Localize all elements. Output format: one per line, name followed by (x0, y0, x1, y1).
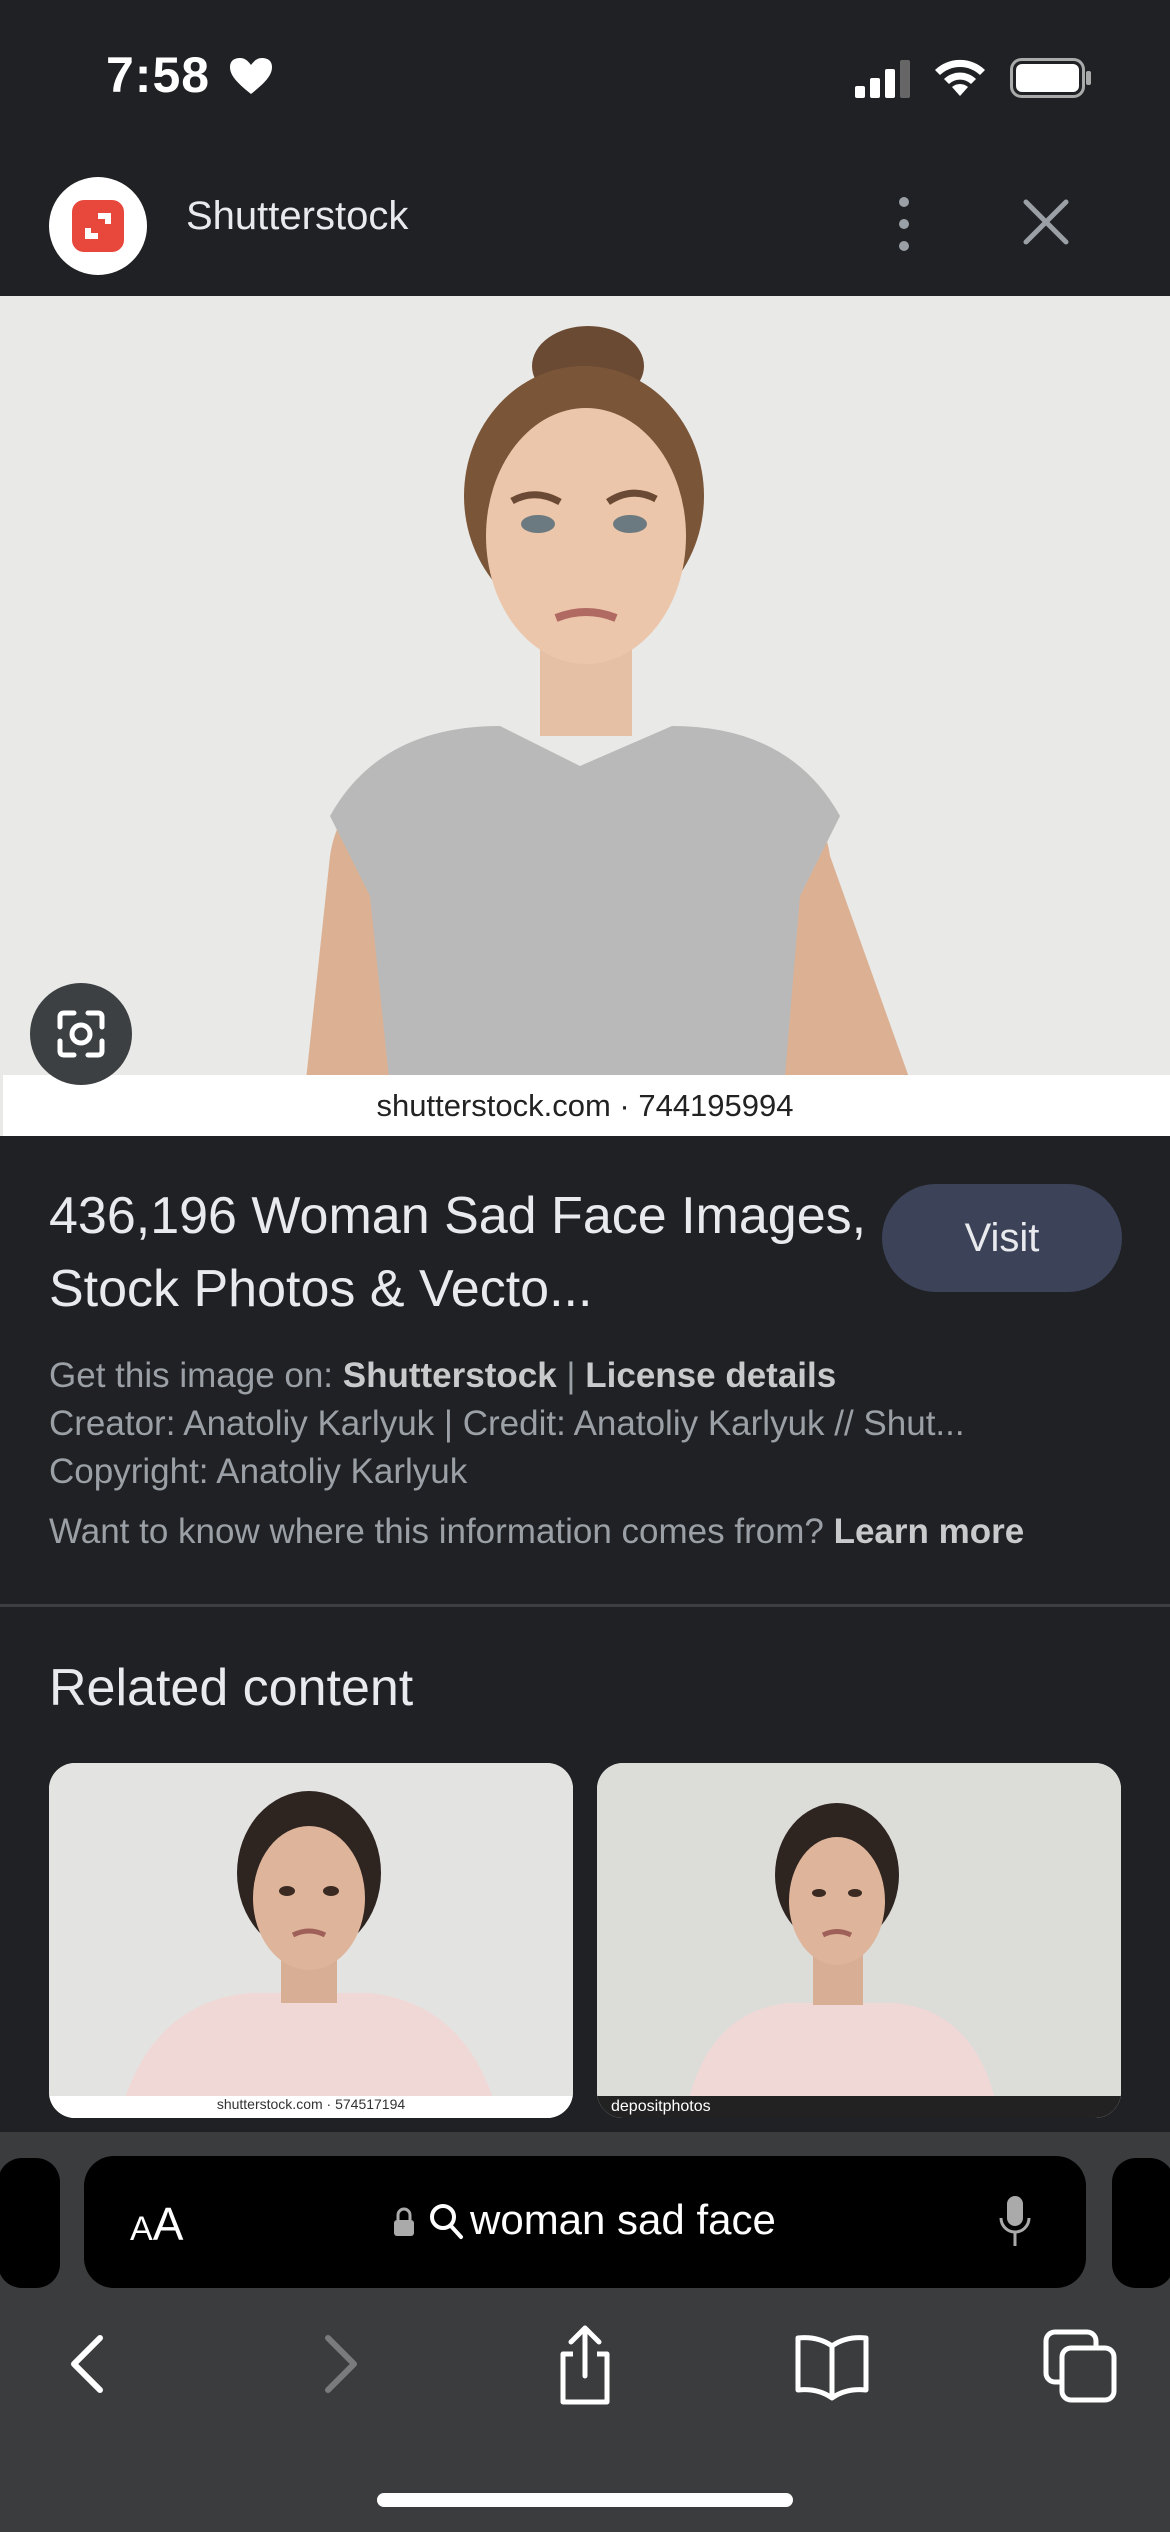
text-size-button[interactable]: AA (130, 2197, 183, 2251)
creator-line: Creator: Anatoliy Karlyuk | Credit: Anat… (49, 1404, 965, 1443)
lock-icon (394, 2207, 414, 2236)
cellular-signal-icon (855, 60, 910, 98)
get-image-label: Get this image on: (49, 1356, 343, 1395)
related-item[interactable]: depositphotos (597, 1763, 1121, 2118)
heart-icon (230, 58, 272, 94)
related-image-1 (49, 1763, 573, 2118)
lens-search-button[interactable] (30, 983, 132, 1085)
info-source-line: Want to know where this information come… (49, 1512, 1024, 1552)
related-watermark: depositphotos (611, 2098, 711, 2115)
back-icon[interactable] (48, 2320, 128, 2408)
next-tab-preview[interactable] (1112, 2158, 1170, 2288)
related-content-heading: Related content (49, 1659, 414, 1717)
wifi-icon (935, 59, 985, 96)
license-details-link[interactable]: License details (585, 1356, 836, 1395)
divider (0, 1604, 1170, 1607)
more-options-icon[interactable] (880, 190, 928, 258)
url-text[interactable]: woman sad face (470, 2196, 776, 2244)
clock: 7:58 (106, 47, 211, 103)
shutterstock-logo-icon (49, 177, 147, 275)
home-indicator[interactable] (377, 2493, 793, 2507)
search-icon (430, 2204, 463, 2239)
text-size-large-a: A (152, 2198, 184, 2250)
separator: | (556, 1356, 586, 1395)
visit-button[interactable]: Visit (882, 1184, 1122, 1292)
text-size-small-a: A (130, 2210, 153, 2248)
related-image-2 (597, 1763, 1121, 2118)
share-icon[interactable] (545, 2320, 625, 2408)
source-link[interactable]: Shutterstock (343, 1356, 557, 1395)
battery-icon (1010, 58, 1091, 98)
bookmarks-icon[interactable] (792, 2320, 872, 2408)
status-bar: 7:58 (0, 0, 1170, 150)
source-header: Shutterstock (0, 150, 1170, 295)
close-icon[interactable] (1018, 194, 1074, 250)
related-item[interactable]: shutterstock.com · 574517194 (49, 1763, 573, 2118)
google-lens-icon (57, 1010, 105, 1058)
info-question: Want to know where this information come… (49, 1512, 834, 1551)
tabs-icon[interactable] (1040, 2320, 1120, 2408)
copyright-line: Copyright: Anatoliy Karlyuk (49, 1452, 468, 1491)
microphone-icon[interactable] (998, 2194, 1032, 2250)
site-name: Shutterstock (186, 194, 409, 238)
learn-more-link[interactable]: Learn more (834, 1512, 1025, 1551)
result-title[interactable]: 436,196 Woman Sad Face Images, Stock Pho… (49, 1180, 869, 1326)
get-image-line: Get this image on: Shutterstock | Licens… (49, 1356, 836, 1396)
woman-portrait-illustration (0, 296, 1170, 1136)
preview-image[interactable] (0, 296, 1170, 1136)
related-watermark: shutterstock.com · 574517194 (216, 2096, 406, 2112)
previous-tab-preview[interactable] (0, 2158, 60, 2288)
forward-icon[interactable] (300, 2320, 380, 2408)
image-caption: shutterstock.com · 744195994 (376, 1088, 794, 1123)
